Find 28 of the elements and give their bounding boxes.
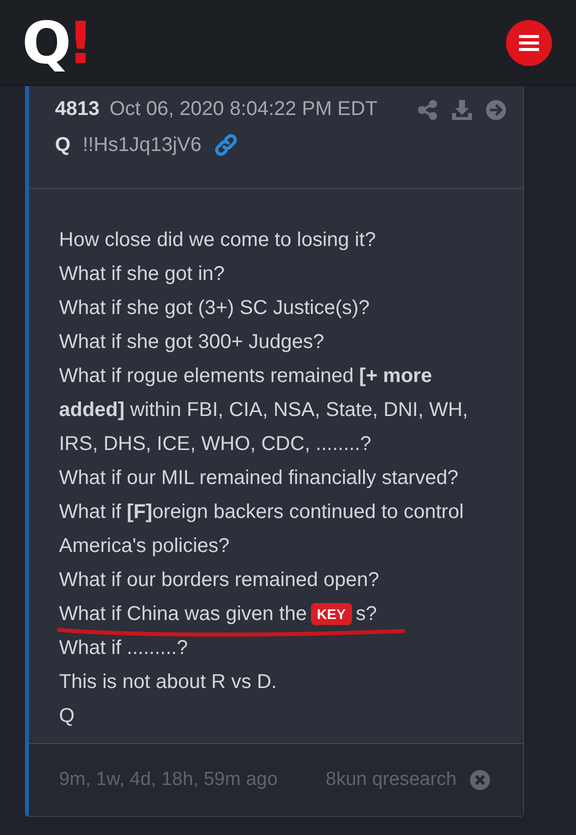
post-line: How close did we come to losing it? — [59, 228, 377, 253]
menu-icon — [519, 34, 539, 50]
post-date: Oct 06, 2020 8:04:22 PM EDT — [110, 98, 378, 121]
post-line: What if our borders remained open? — [59, 568, 380, 593]
post-line: s? — [356, 602, 377, 627]
logo[interactable]: Q! — [22, 14, 94, 72]
close-icon[interactable] — [468, 769, 491, 791]
menu-button[interactable] — [506, 20, 552, 66]
post-line: What if she got (3+) SC Justice(s)? — [59, 296, 371, 321]
post-line: What if [F]oreign backers continued to control America's policies? — [59, 500, 465, 559]
post-line: What if China was given the — [59, 602, 307, 627]
key-badge: KEY — [310, 603, 352, 625]
author-name: Q — [55, 134, 71, 156]
post-line: Q — [59, 704, 76, 729]
post-line: What if our MIL remained financially starved? — [59, 466, 460, 491]
post-line: What if .........? — [59, 636, 189, 661]
link-icon[interactable] — [214, 133, 238, 157]
tripcode: !!Hs1Jq13jV6 — [82, 134, 202, 156]
post-line: What if rogue elements remained [+ more added] within FBI, CIA, NSA, State, DNI, WH, IRS, DHS, ICE, WHO, CDC, ........? — [59, 364, 469, 457]
download-icon[interactable] — [451, 98, 473, 120]
post-age: 9m, 1w, 4d, 18h, 59m ago — [59, 769, 278, 791]
share-icon[interactable] — [417, 98, 439, 120]
post-line: This is not about R vs D. — [59, 670, 278, 695]
source-label: 8kun qresearch — [326, 769, 457, 791]
arrow-right-icon[interactable] — [485, 98, 507, 120]
post-line: What if she got 300+ Judges? — [59, 330, 326, 355]
post-line: What if she got in? — [59, 262, 226, 287]
post-number: 4813 — [55, 98, 100, 121]
